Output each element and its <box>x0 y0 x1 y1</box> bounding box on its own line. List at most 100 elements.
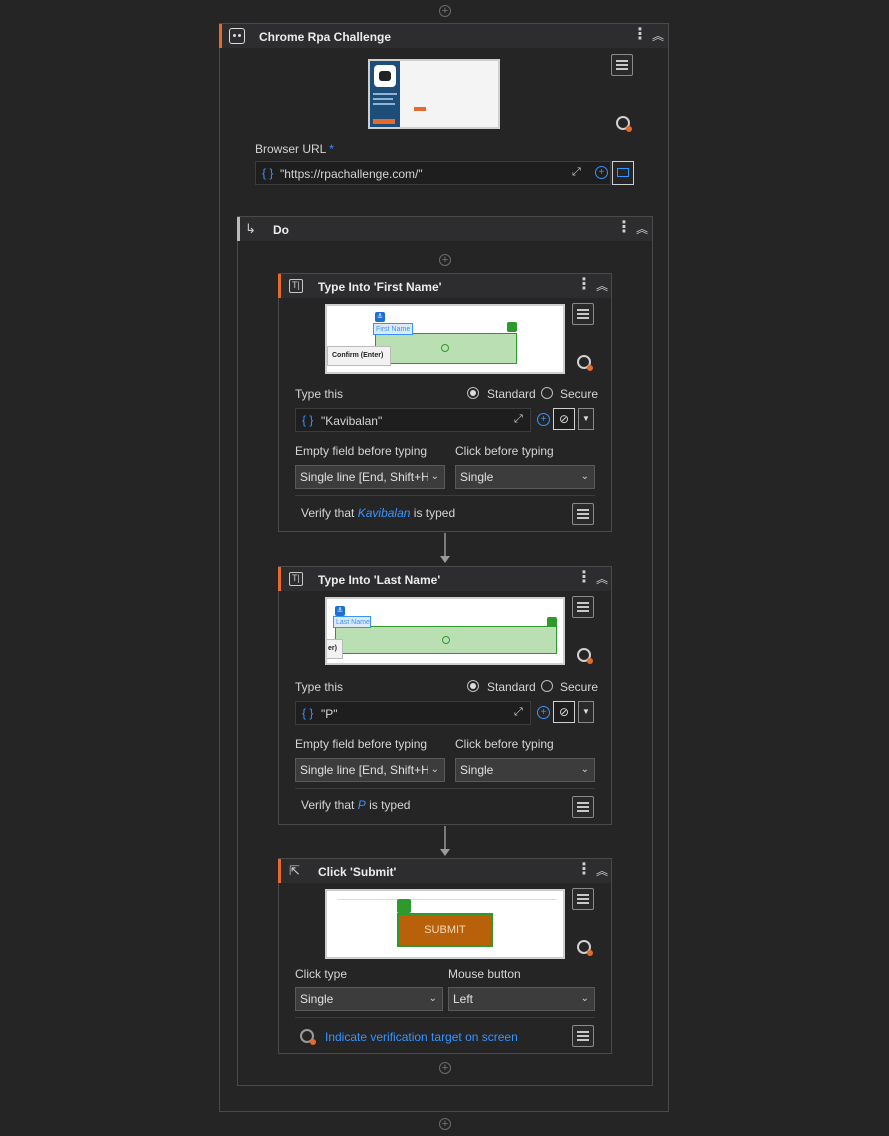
empty-field-label: Empty field before typing <box>295 444 428 458</box>
chevron-down-icon: ⌄ <box>428 993 437 1004</box>
click-icon: ⇱ <box>289 863 300 878</box>
verify-text: Verify that P is typed <box>301 798 411 812</box>
indicate-target-icon[interactable] <box>616 116 632 132</box>
add-activity-icon[interactable]: + <box>439 5 451 17</box>
flow-arrow-icon <box>440 849 450 856</box>
type-this-field[interactable]: { } "P" ⤢ <box>295 701 531 725</box>
target-screenshot[interactable]: SUBMIT <box>325 889 565 959</box>
target-screenshot[interactable]: First Name ⚓ Confirm (Enter) <box>325 304 565 374</box>
divider <box>295 495 595 496</box>
chevron-down-icon: ⌄ <box>430 471 439 482</box>
browser-url-field[interactable]: { } "https://rpachallenge.com/" ⤢ + <box>255 161 611 185</box>
expand-icon[interactable]: ⤢ <box>514 706 523 719</box>
target-marker-icon <box>507 322 517 332</box>
add-icon[interactable]: + <box>537 706 550 719</box>
screenshot-tooltip: er) <box>327 639 343 659</box>
mouse-button-select[interactable]: Left ⌄ <box>448 987 595 1011</box>
empty-field-label: Empty field before typing <box>295 737 428 751</box>
indicate-target-icon[interactable] <box>577 940 593 956</box>
expand-icon[interactable]: ⤢ <box>514 413 523 426</box>
robot-icon <box>229 28 245 44</box>
click-before-label: Click before typing <box>455 737 554 751</box>
click-type-label: Click type <box>295 967 348 981</box>
standard-label: Standard <box>487 680 536 694</box>
expression-icon: { } <box>262 166 274 180</box>
expression-icon: { } <box>302 706 314 720</box>
flow-connector <box>444 826 446 850</box>
indicate-target-icon[interactable] <box>577 648 593 664</box>
add-icon[interactable]: + <box>537 413 550 426</box>
screenshot-sidebar <box>370 61 400 127</box>
standard-label: Standard <box>487 387 536 401</box>
collapse-icon[interactable]: ︽ <box>636 223 648 235</box>
collapse-icon[interactable]: ︽ <box>596 280 608 292</box>
kebab-menu-icon[interactable]: ⋮ <box>576 862 592 878</box>
properties-menu-icon[interactable] <box>572 1025 594 1047</box>
target-marker-icon <box>397 899 411 913</box>
properties-menu-icon[interactable] <box>572 796 594 818</box>
kebab-menu-icon[interactable]: ⋮ <box>632 27 648 43</box>
empty-field-select[interactable]: Single line [End, Shift+Home, Del] ⌄ <box>295 465 445 489</box>
screenshot-tooltip: Confirm (Enter) <box>327 346 391 366</box>
divider <box>295 788 595 789</box>
properties-menu-icon[interactable] <box>572 303 594 325</box>
kebab-menu-icon[interactable]: ⋮ <box>576 277 592 293</box>
type-this-label: Type this <box>295 680 344 694</box>
flow-connector <box>444 533 446 557</box>
flow-arrow-icon <box>440 556 450 563</box>
anchor-icon: ⚓ <box>335 606 345 616</box>
add-icon[interactable]: + <box>595 166 608 179</box>
add-activity-icon[interactable]: + <box>439 1062 451 1074</box>
properties-menu-icon[interactable] <box>611 54 633 76</box>
indicate-verification-link[interactable]: Indicate verification target on screen <box>325 1030 518 1044</box>
properties-menu-icon[interactable] <box>572 596 594 618</box>
chevron-down-icon: ⌄ <box>580 471 589 482</box>
dropdown-icon[interactable]: ▼ <box>578 701 594 723</box>
browser-scope-title: Chrome Rpa Challenge <box>259 30 392 44</box>
mouse-button-label: Mouse button <box>448 967 521 981</box>
activity-title: Click 'Submit' <box>318 865 397 879</box>
anchor-tag: First Name <box>373 323 413 335</box>
target-marker-icon <box>547 617 557 627</box>
collapse-icon[interactable]: ︽ <box>596 865 608 877</box>
collapse-icon[interactable]: ︽ <box>652 30 664 42</box>
type-into-icon: T| <box>289 279 303 293</box>
secure-label: Secure <box>560 680 599 694</box>
type-this-label: Type this <box>295 387 344 401</box>
anchor-icon: ⚓ <box>375 312 385 322</box>
kebab-menu-icon[interactable]: ⋮ <box>576 570 592 586</box>
click-before-label: Click before typing <box>455 444 554 458</box>
secure-radio[interactable] <box>541 680 553 692</box>
expand-icon[interactable]: ⤢ <box>572 166 581 179</box>
browser-screenshot[interactable] <box>368 59 500 129</box>
add-activity-icon[interactable]: + <box>439 254 451 266</box>
activity-title: Type Into 'Last Name' <box>318 573 441 587</box>
do-header[interactable] <box>237 217 652 241</box>
kebab-menu-icon[interactable]: ⋮ <box>616 220 632 236</box>
chevron-down-icon: ⌄ <box>580 993 589 1004</box>
click-type-select[interactable]: Single ⌄ <box>295 987 443 1011</box>
indicate-target-icon[interactable] <box>577 355 593 371</box>
hide-icon[interactable]: ⊘ <box>553 408 575 430</box>
properties-menu-icon[interactable] <box>572 503 594 525</box>
properties-menu-icon[interactable] <box>572 888 594 910</box>
divider <box>295 1017 595 1018</box>
secure-label: Secure <box>560 387 599 401</box>
do-arrow-icon: ↳ <box>245 221 256 236</box>
anchor-tag: Last Name <box>333 616 371 628</box>
standard-radio[interactable] <box>467 680 479 692</box>
type-this-field[interactable]: { } "Kavibalan" ⤢ <box>295 408 531 432</box>
dropdown-icon[interactable]: ▼ <box>578 408 594 430</box>
secure-radio[interactable] <box>541 387 553 399</box>
browser-icon[interactable] <box>612 161 634 185</box>
click-before-select[interactable]: Single ⌄ <box>455 758 595 782</box>
collapse-icon[interactable]: ︽ <box>596 573 608 585</box>
add-activity-icon[interactable]: + <box>439 1118 451 1130</box>
hide-icon[interactable]: ⊘ <box>553 701 575 723</box>
chevron-down-icon: ⌄ <box>430 764 439 775</box>
standard-radio[interactable] <box>467 387 479 399</box>
empty-field-select[interactable]: Single line [End, Shift+Home, Del] ⌄ <box>295 758 445 782</box>
type-into-icon: T| <box>289 572 303 586</box>
target-screenshot[interactable]: Last Name ⚓ er) <box>325 597 565 665</box>
click-before-select[interactable]: Single ⌄ <box>455 465 595 489</box>
